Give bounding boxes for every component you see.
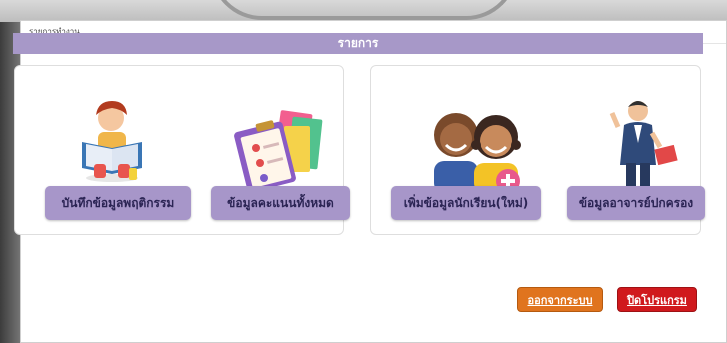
record-behavior-button[interactable]: บันทึกข้อมูลพฤติกรรม bbox=[45, 186, 191, 220]
teacher-presenting-icon bbox=[609, 101, 678, 196]
close-program-button[interactable]: ปิดโปรแกรม bbox=[617, 287, 697, 312]
child-reading-book-icon bbox=[82, 101, 142, 182]
section-header: รายการ bbox=[13, 33, 703, 54]
students-add-icon bbox=[434, 113, 521, 193]
advisor-info-button[interactable]: ข้อมูลอาจารย์ปกครอง bbox=[567, 186, 705, 220]
background-logo-arc bbox=[210, 0, 518, 20]
clipboard-checklist-icon bbox=[234, 110, 323, 193]
background-top bbox=[0, 0, 727, 22]
all-scores-button[interactable]: ข้อมูลคะแนนทั้งหมด bbox=[211, 186, 350, 220]
add-student-button[interactable]: เพิ่มข้อมูลนักเรียน(ใหม่) bbox=[391, 186, 541, 220]
logout-button[interactable]: ออกจากระบบ bbox=[517, 287, 603, 312]
